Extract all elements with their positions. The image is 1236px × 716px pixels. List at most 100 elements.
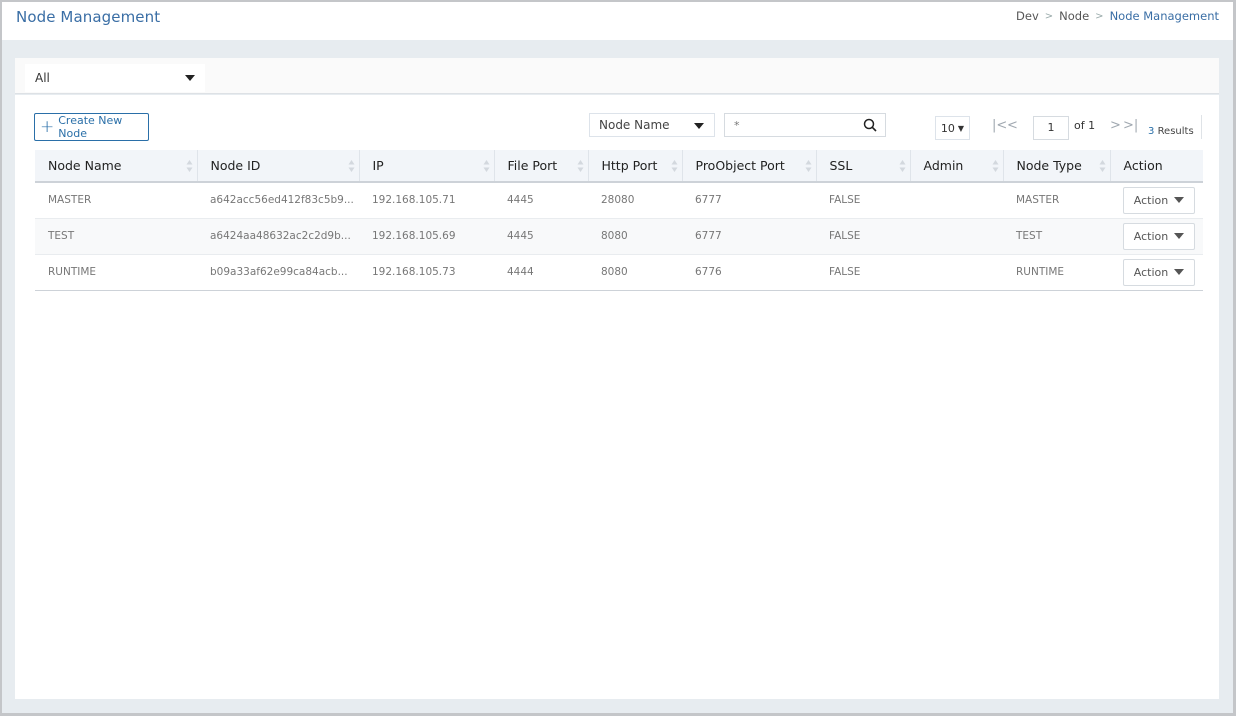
cell-proobject-port: 6776: [682, 254, 816, 291]
cell-node-type: RUNTIME: [1003, 254, 1110, 291]
search-icon[interactable]: [863, 118, 877, 132]
column-label: File Port: [507, 158, 558, 173]
cell-node-id: a6424aa48632ac2c2d9b...: [197, 218, 359, 255]
divider: [1201, 115, 1202, 139]
cell-node-name: MASTER: [35, 182, 197, 219]
cell-ssl: FALSE: [816, 218, 910, 255]
sort-icon[interactable]: [483, 159, 490, 173]
cell-proobject-port: 6777: [682, 218, 816, 255]
cell-proobject-port: 6777: [682, 182, 816, 219]
table-row[interactable]: MASTER a642acc56ed412f83c5b9... 192.168.…: [35, 182, 1203, 219]
cell-node-name: TEST: [35, 218, 197, 255]
page-title: Node Management: [16, 8, 161, 26]
column-header-action: Action: [1110, 150, 1203, 183]
column-header-node-id[interactable]: Node ID: [197, 150, 360, 183]
breadcrumb-item-node[interactable]: Node: [1059, 9, 1089, 23]
cell-admin: [910, 182, 1003, 219]
cell-ip: 192.168.105.73: [359, 254, 494, 291]
breadcrumb: Dev > Node > Node Management: [1016, 9, 1219, 23]
first-page-icon[interactable]: |<: [992, 118, 1007, 133]
results-label: Results: [1157, 126, 1194, 137]
column-label: IP: [372, 158, 384, 173]
table-header-row: Node Name Node ID IP File Port Http Port…: [35, 150, 1203, 183]
chevron-down-icon: [1174, 233, 1185, 239]
column-header-ssl[interactable]: SSL: [816, 150, 911, 183]
results-number: 3: [1148, 126, 1155, 137]
next-page-icon[interactable]: >: [1110, 118, 1121, 133]
filter-bar: All: [15, 58, 1219, 94]
search-input[interactable]: [725, 114, 855, 136]
cell-admin: [910, 254, 1003, 291]
app-frame: Node Management Dev > Node > Node Manage…: [0, 0, 1236, 716]
cell-node-type: MASTER: [1003, 182, 1110, 219]
filter-select-value: All: [35, 71, 50, 85]
action-label: Action: [1133, 229, 1169, 243]
column-label: ProObject Port: [695, 158, 785, 173]
cell-node-name: RUNTIME: [35, 254, 197, 291]
page-total: of 1: [1074, 119, 1096, 132]
search-field-value: Node Name: [599, 118, 670, 132]
action-label: Action: [1133, 193, 1169, 207]
node-table: Node Name Node ID IP File Port Http Port…: [35, 150, 1203, 291]
column-label: SSL: [829, 158, 853, 173]
cell-ssl: FALSE: [816, 254, 910, 291]
page-size-value: 10: [940, 121, 955, 135]
filter-select[interactable]: All: [25, 64, 205, 92]
sort-icon[interactable]: [992, 159, 999, 173]
column-header-proobject-port[interactable]: ProObject Port: [682, 150, 817, 183]
cell-action: Action: [1110, 218, 1203, 255]
column-header-ip[interactable]: IP: [359, 150, 495, 183]
table-row[interactable]: RUNTIME b09a33af62e99ca84acb... 192.168.…: [35, 254, 1203, 291]
sort-icon[interactable]: [671, 159, 678, 173]
chevron-down-icon: [1174, 269, 1185, 275]
column-header-file-port[interactable]: File Port: [494, 150, 589, 183]
table-row[interactable]: TEST a6424aa48632ac2c2d9b... 192.168.105…: [35, 218, 1203, 255]
column-label: Node ID: [210, 158, 261, 173]
column-label: Action: [1123, 158, 1163, 173]
cell-http-port: 28080: [588, 182, 682, 219]
column-label: Node Name: [48, 158, 122, 173]
column-header-node-name[interactable]: Node Name: [35, 150, 198, 183]
cell-file-port: 4445: [494, 218, 588, 255]
page-header: Node Management Dev > Node > Node Manage…: [2, 2, 1233, 40]
chevron-down-icon: [185, 75, 195, 81]
action-dropdown-button[interactable]: Action: [1123, 258, 1195, 286]
cell-action: Action: [1110, 254, 1203, 291]
cell-http-port: 8080: [588, 218, 682, 255]
page-number-input[interactable]: 1: [1033, 116, 1069, 140]
cell-http-port: 8080: [588, 254, 682, 291]
column-header-node-type[interactable]: Node Type: [1003, 150, 1111, 183]
create-new-node-label: Create New Node: [58, 114, 123, 140]
last-page-icon[interactable]: >|: [1123, 118, 1138, 133]
cell-ip: 192.168.105.69: [359, 218, 494, 255]
breadcrumb-item-dev[interactable]: Dev: [1016, 9, 1039, 23]
column-header-http-port[interactable]: Http Port: [588, 150, 683, 183]
prev-page-icon[interactable]: <: [1007, 118, 1018, 133]
content-panel: + Create New Node Node Name 10 ▼ |< < 1 …: [15, 95, 1219, 699]
action-label: Action: [1133, 265, 1169, 279]
breadcrumb-separator-icon: >: [1044, 10, 1054, 22]
column-label: Node Type: [1016, 158, 1082, 173]
search-field-select[interactable]: Node Name: [589, 113, 715, 137]
create-new-node-button[interactable]: + Create New Node: [34, 113, 149, 141]
cell-file-port: 4445: [494, 182, 588, 219]
sort-icon[interactable]: [186, 159, 193, 173]
cell-action: Action: [1110, 182, 1203, 219]
action-dropdown-button[interactable]: Action: [1123, 222, 1195, 250]
cell-ip: 192.168.105.71: [359, 182, 494, 219]
caret-down-icon: ▼: [957, 123, 965, 133]
sort-icon[interactable]: [899, 159, 906, 173]
breadcrumb-item-current: Node Management: [1109, 9, 1219, 23]
page-size-select[interactable]: 10 ▼: [935, 116, 970, 140]
sort-icon[interactable]: [1099, 159, 1106, 173]
column-header-admin[interactable]: Admin: [910, 150, 1004, 183]
chevron-down-icon: [694, 123, 704, 129]
plus-icon: +: [40, 116, 55, 137]
sort-icon[interactable]: [577, 159, 584, 173]
sort-icon[interactable]: [348, 159, 355, 173]
sort-icon[interactable]: [805, 159, 812, 173]
chevron-down-icon: [1174, 197, 1185, 204]
action-dropdown-button[interactable]: Action: [1123, 186, 1195, 214]
search-box: [724, 113, 886, 137]
breadcrumb-separator-icon: >: [1095, 10, 1104, 22]
